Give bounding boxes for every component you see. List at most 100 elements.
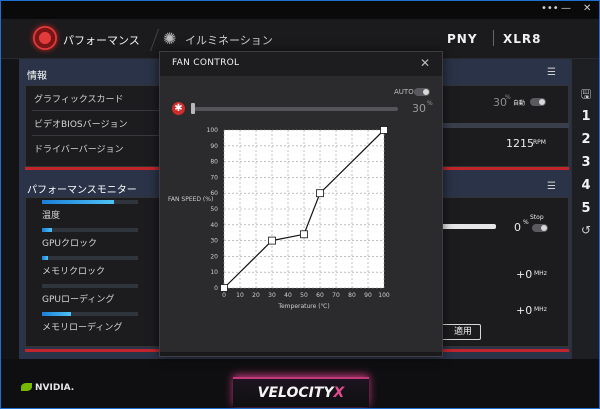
slider-value: 30 [412, 102, 426, 115]
profile-2-button[interactable]: 2 [572, 132, 599, 147]
title-bar: ••• — ✕ [1, 1, 599, 19]
mem-clock-unit: MHz [534, 306, 547, 313]
tab-illumination[interactable]: イルミネーション [185, 32, 273, 48]
velocity-text: VELOCITY [257, 385, 334, 401]
dialog-title: FAN CONTROL [172, 58, 240, 68]
fan-speed-bar [443, 123, 569, 128]
monitor-bar-track [42, 228, 138, 232]
nvidia-logo: NVIDIA. [21, 383, 74, 393]
nvidia-text: NVIDIA. [35, 383, 75, 393]
y-tick-label: 50 [210, 206, 218, 213]
monitor-label: GPUローディング [42, 295, 115, 305]
close-window-button[interactable]: ✕ [583, 3, 591, 15]
slider-unit: % [427, 100, 433, 107]
monitor-bar-track [42, 284, 138, 288]
fan-speed-slider[interactable] [192, 107, 398, 111]
monitor-section-title: パフォーマンスモニター [27, 185, 137, 196]
curve-point-handle[interactable] [300, 230, 308, 239]
x-tick-label: 20 [252, 292, 260, 299]
divider [32, 135, 162, 136]
monitor-label: メモリローディング [42, 323, 123, 333]
y-tick-label: 20 [210, 253, 218, 260]
monitor-label: GPUクロック [42, 239, 97, 249]
fan-curve-chart[interactable]: 0 10 20 30 40 50 60 70 80 90 100010203040506070809… [160, 122, 442, 352]
profile-1-button[interactable]: 1 [572, 109, 599, 124]
fan-auto-toggle[interactable] [530, 98, 546, 106]
x-tick-label: 90 [364, 292, 372, 299]
auto-label: AUTO [394, 88, 414, 96]
y-tick-label: 30 [210, 238, 218, 245]
dialog-header: FAN CONTROL ✕ [160, 52, 442, 76]
fan-icon: ✱ [172, 102, 185, 115]
profile-3-button[interactable]: 3 [572, 155, 599, 170]
x-tick-label: 100 [378, 292, 390, 299]
monitor-bar-fill [42, 228, 52, 232]
divider [32, 110, 162, 111]
close-icon[interactable]: ✕ [420, 56, 430, 70]
x-tick-label: 30 [268, 292, 276, 299]
curve-point-handle[interactable] [220, 284, 228, 292]
y-tick-label: 40 [210, 222, 218, 229]
apply-button[interactable]: 適用 [439, 324, 481, 340]
gpu-clock-offset: +0 [516, 268, 533, 281]
save-profile-icon[interactable]: 🖫 [572, 85, 599, 106]
curve-point-handle[interactable] [316, 189, 324, 198]
fan-rpm-value: 1215 [506, 137, 534, 150]
pny-logo: PNY [447, 32, 478, 46]
info-row-graphics-card: グラフィックスカード [34, 95, 124, 105]
y-tick-label: 10 [210, 269, 218, 276]
monitor-bar-track [42, 256, 138, 260]
y-tick-label: 80 [210, 159, 218, 166]
reset-history-icon[interactable]: ↺ [572, 223, 599, 237]
x-tick-label: 50 [300, 292, 308, 299]
y-tick-label: 70 [210, 174, 218, 181]
fan-stop-bar [438, 224, 496, 229]
performance-logo-icon[interactable] [33, 26, 57, 50]
fan-speed-unit: % [505, 94, 511, 101]
curve-point-handle[interactable] [268, 236, 276, 245]
velocityx-logo: VELOCITYX [233, 377, 369, 407]
x-tick-label: 80 [348, 292, 356, 299]
info-section-title: 情報 [27, 71, 47, 82]
fan-control-dialog: FAN CONTROL ✕ AUTO ✱ 30 % 0 10 20 30 40 50 60 7… [159, 51, 443, 357]
fan-stop-unit: % [523, 219, 529, 226]
gpu-clock-unit: MHz [534, 270, 547, 277]
monitor-settings-icon[interactable]: ☰ [547, 181, 556, 192]
fan-stop-value: 0 [514, 221, 521, 234]
monitor-bar-fill [42, 200, 114, 204]
fan-speed-slider-handle[interactable] [191, 103, 195, 114]
x-tick-label: 40 [284, 292, 292, 299]
y-axis-label: FAN SPEED (%) [168, 196, 213, 203]
velocity-x-text: X [333, 385, 345, 401]
profile-sidebar: 🖫 1 2 3 4 5 ↺ [571, 59, 599, 359]
monitor-bar-fill [42, 312, 71, 316]
info-settings-icon[interactable]: ☰ [547, 67, 556, 78]
profile-4-button[interactable]: 4 [572, 178, 599, 193]
nav-divider [136, 29, 160, 51]
auto-toggle[interactable] [414, 88, 430, 96]
minimize-button[interactable]: — [561, 3, 571, 15]
illumination-icon[interactable]: ✺ [163, 29, 176, 48]
xlr8-logo: XLR8 [503, 32, 542, 46]
x-axis-label: Temperature (℃) [277, 303, 329, 310]
curve-point-handle[interactable] [380, 126, 388, 134]
monitor-bar-fill [42, 256, 48, 260]
dialog-footer-bar [160, 352, 442, 356]
fan-stop-toggle[interactable] [532, 224, 548, 232]
footer: NVIDIA. VELOCITYX [1, 359, 599, 408]
info-row-driver: ドライバーバージョン [34, 145, 124, 155]
info-row-vbios: ビデオBIOSバージョン [34, 120, 128, 130]
stop-label: Stop [530, 214, 544, 221]
x-tick-label: 70 [332, 292, 340, 299]
x-tick-label: 60 [316, 292, 324, 299]
app-window: ••• — ✕ パフォーマンス ✺ イルミネーション PNY XLR8 情報 ☰… [0, 0, 600, 409]
y-tick-label: 0 [214, 285, 218, 292]
apply-button-label: 適用 [454, 327, 473, 337]
x-tick-label: 0 [222, 292, 226, 299]
nvidia-eye-icon [21, 383, 32, 391]
profile-5-button[interactable]: 5 [572, 201, 599, 216]
y-tick-label: 90 [210, 143, 218, 150]
y-tick-label: 100 [207, 127, 219, 134]
tab-performance[interactable]: パフォーマンス [63, 32, 140, 48]
more-options-button[interactable]: ••• [541, 3, 559, 15]
